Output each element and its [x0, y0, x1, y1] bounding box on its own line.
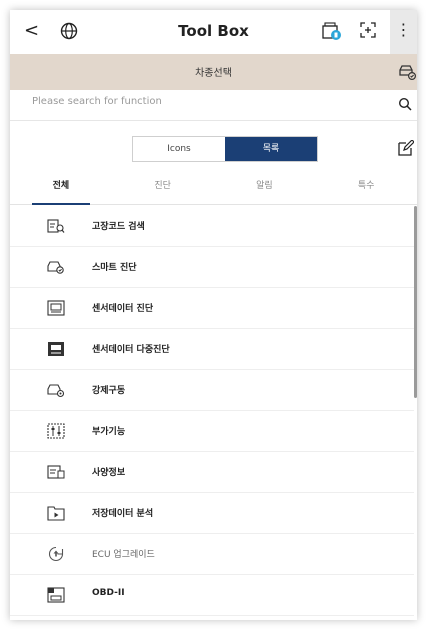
list-item-saved-data[interactable]: 저장데이터 분석	[10, 493, 414, 534]
obd2-icon	[47, 587, 65, 603]
ecu-upgrade-icon	[48, 546, 64, 562]
vehicle-select-label: 차종선택	[195, 68, 232, 79]
list-item-label: 센서데이터 다중진단	[92, 345, 170, 355]
view-toggle: Icons 목록	[132, 136, 318, 162]
actuation-icon	[47, 384, 65, 398]
list-item-actuation[interactable]: 강제구동	[10, 370, 414, 411]
search-icon[interactable]	[398, 97, 412, 111]
list-item-label: 강제구동	[92, 386, 126, 396]
list-item-label: ECU 업그레이드	[92, 550, 155, 560]
edit-icon[interactable]	[398, 140, 414, 156]
search-input[interactable]	[32, 96, 362, 107]
app-window: < Tool Box ⋮ 차종선택 Please search for func…	[10, 10, 417, 620]
list-item-sensor-multi[interactable]: 센서데이터 다중진단	[10, 329, 414, 370]
list-item-label: 부가기능	[92, 427, 126, 437]
list-item-label: 저장데이터 분석	[92, 509, 154, 519]
list-item-label: 사양정보	[92, 468, 126, 478]
sensor-multi-icon	[48, 342, 64, 356]
function-list: 고장코드 검색 스마트 진단 센서데이터 진단 센서데이터 다중진단 강제구동 …	[10, 206, 417, 620]
vci-status-icon[interactable]	[321, 20, 343, 42]
list-item-additional-functions[interactable]: 부가기능	[10, 411, 414, 452]
specification-icon	[47, 465, 65, 479]
more-icon[interactable]: ⋮	[390, 10, 417, 54]
saved-data-icon	[47, 506, 65, 521]
list-item-smart-diagnosis[interactable]: 스마트 진단	[10, 247, 414, 288]
tab-special[interactable]: 특수	[315, 168, 417, 204]
scrollbar[interactable]	[414, 206, 417, 398]
list-item-sensor-data[interactable]: 센서데이터 진단	[10, 288, 414, 329]
scan-icon[interactable]	[360, 22, 376, 38]
tab-alerts[interactable]: 알림	[214, 168, 316, 204]
top-bar: < Tool Box ⋮	[10, 10, 417, 54]
search-bar	[10, 90, 417, 121]
vehicle-select-icon[interactable]	[398, 63, 416, 81]
dtc-search-icon	[47, 219, 65, 233]
category-tabs: 전체 진단 알림 특수	[10, 168, 417, 205]
tab-all[interactable]: 전체	[10, 168, 112, 205]
list-item-dtc-search[interactable]: 고장코드 검색	[10, 206, 414, 247]
list-item-label: OBD-II	[92, 588, 125, 598]
sensor-data-icon	[47, 300, 65, 316]
list-item-ecu-upgrade[interactable]: ECU 업그레이드	[10, 534, 414, 575]
list-item-label: 센서데이터 진단	[92, 304, 154, 314]
additional-functions-icon	[47, 423, 65, 439]
list-item-obd2[interactable]: OBD-II	[10, 575, 414, 616]
tab-diagnosis[interactable]: 진단	[112, 168, 214, 204]
toggle-list-option[interactable]: 목록	[225, 137, 317, 161]
toggle-icons-option[interactable]: Icons	[133, 137, 225, 161]
page-title: Tool Box	[178, 22, 249, 40]
list-item-specification[interactable]: 사양정보	[10, 452, 414, 493]
smart-diagnosis-icon	[47, 261, 64, 274]
list-item-label: 고장코드 검색	[92, 222, 145, 232]
list-item-label: 스마트 진단	[92, 263, 137, 273]
vehicle-select-bar[interactable]: 차종선택	[10, 54, 417, 90]
